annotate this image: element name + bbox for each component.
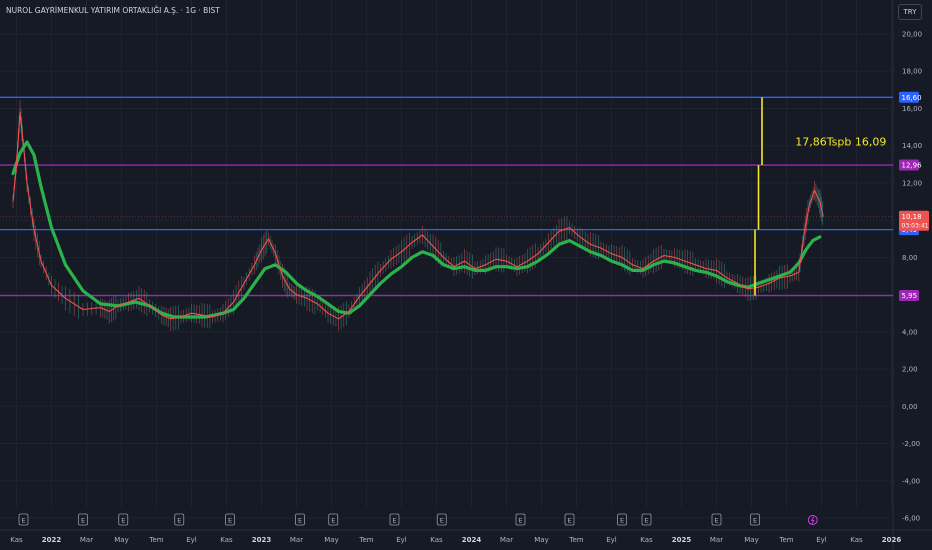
earnings-label: E (121, 517, 125, 525)
y-tick-label: 14,00 (902, 142, 922, 150)
dividend-marker[interactable] (807, 515, 818, 525)
level-tag-label: 12,96 (902, 162, 923, 170)
x-tick-label: Tem (358, 536, 373, 544)
earnings-marker[interactable]: E (641, 513, 652, 526)
x-tick-label: May (324, 536, 338, 544)
x-tick-label: Kas (640, 536, 653, 544)
y-tick-label: -4,00 (902, 477, 920, 485)
x-tick-label: Eyl (816, 536, 827, 544)
earnings-marker[interactable]: E (617, 513, 627, 526)
y-tick-label: 4,00 (902, 328, 918, 336)
currency-button[interactable]: TRY (898, 4, 922, 20)
x-tick-label: 2025 (672, 536, 692, 544)
x-tick-label: 2024 (462, 536, 482, 544)
y-tick-label: -2,00 (902, 440, 920, 448)
y-tick-label: 16,00 (902, 105, 922, 113)
x-tick-label: Eyl (186, 536, 197, 544)
earnings-marker[interactable]: E (78, 513, 88, 526)
x-tick-label: May (114, 536, 128, 544)
x-tick-label: Kas (10, 536, 23, 544)
x-tick-label: Eyl (396, 536, 407, 544)
earnings-marker[interactable]: E (515, 513, 526, 526)
earnings-label: E (228, 517, 232, 525)
x-tick-label: Mar (80, 536, 93, 544)
earnings-label: E (753, 517, 757, 525)
y-tick-label: -6,00 (902, 515, 920, 523)
earnings-marker[interactable]: E (18, 513, 29, 526)
x-tick-label: May (744, 536, 758, 544)
x-tick-label: 2026 (882, 536, 902, 544)
level-tag-label: 5,95 (902, 292, 918, 300)
y-axis: 20,0018,0016,0014,0012,0010,008,006,004,… (899, 31, 929, 523)
current-price-countdown: 03:03:41 (902, 222, 929, 229)
earnings-marker[interactable]: E (225, 513, 235, 526)
price-series-layer (11, 100, 824, 331)
annotation-text[interactable]: 17,86Tspb 16,09 (795, 136, 886, 149)
earnings-label: E (714, 517, 718, 525)
x-tick-label: Mar (290, 536, 303, 544)
x-tick-label: Tem (568, 536, 583, 544)
earnings-marker[interactable]: E (118, 513, 129, 526)
earnings-label: E (567, 517, 571, 525)
y-tick-label: 12,00 (902, 179, 922, 187)
x-tick-label: Kas (220, 536, 233, 544)
x-tick-label: Tem (778, 536, 793, 544)
earnings-label: E (518, 517, 522, 525)
earnings-label: E (331, 517, 335, 525)
event-markers: EEEEEEEEEEEEEEE (18, 513, 818, 526)
earnings-marker[interactable]: E (295, 513, 305, 526)
x-tick-label: Mar (500, 536, 513, 544)
earnings-label: E (81, 517, 85, 525)
current-price-tag[interactable]: 10,1803:03:41 (899, 210, 929, 231)
current-price-value: 10,18 (902, 213, 922, 221)
level-tag[interactable]: 16,60 (899, 91, 922, 103)
earnings-label: E (21, 517, 25, 525)
x-tick-label: Kas (430, 536, 443, 544)
price-line[interactable] (12, 111, 824, 320)
level-tag[interactable]: 5,95 (899, 290, 919, 302)
earnings-marker[interactable]: E (389, 513, 400, 526)
earnings-label: E (440, 517, 444, 525)
y-tick-label: 20,00 (902, 31, 922, 39)
y-tick-label: 8,00 (902, 254, 918, 262)
earnings-marker[interactable]: E (174, 513, 185, 526)
x-tick-label: 2022 (42, 536, 62, 544)
y-tick-label: 2,00 (902, 366, 918, 374)
y-tick-label: 0,00 (902, 403, 918, 411)
earnings-label: E (392, 517, 396, 525)
x-tick-label: Eyl (606, 536, 617, 544)
level-tag-label: 16,60 (902, 94, 922, 102)
level-tag[interactable]: 12,96 (899, 159, 923, 171)
earnings-marker[interactable]: E (750, 513, 760, 526)
earnings-marker[interactable]: E (564, 513, 575, 526)
earnings-label: E (177, 517, 181, 525)
x-tick-label: May (534, 536, 548, 544)
y-tick-label: 18,00 (902, 68, 922, 76)
symbol-title: NUROL GAYRİMENKUL YATIRIM ORTAKLIĞI A.Ş.… (6, 6, 220, 15)
earnings-label: E (298, 517, 302, 525)
earnings-marker[interactable]: E (328, 513, 339, 526)
earnings-label: E (644, 517, 648, 525)
x-tick-label: Tem (148, 536, 163, 544)
price-chart[interactable]: 20,0018,0016,0014,0012,0010,008,006,004,… (0, 0, 932, 550)
x-tick-label: 2023 (252, 536, 272, 544)
x-axis: Kas 2022 Mar May Tem Eyl Kas 2023 Mar May Tem Eyl Ka… (10, 536, 901, 544)
earnings-marker[interactable]: E (711, 513, 722, 526)
vertical-markers (754, 97, 763, 296)
x-tick-label: Kas (850, 536, 863, 544)
earnings-marker[interactable]: E (436, 513, 447, 526)
x-tick-label: Mar (710, 536, 723, 544)
earnings-label: E (620, 517, 624, 525)
